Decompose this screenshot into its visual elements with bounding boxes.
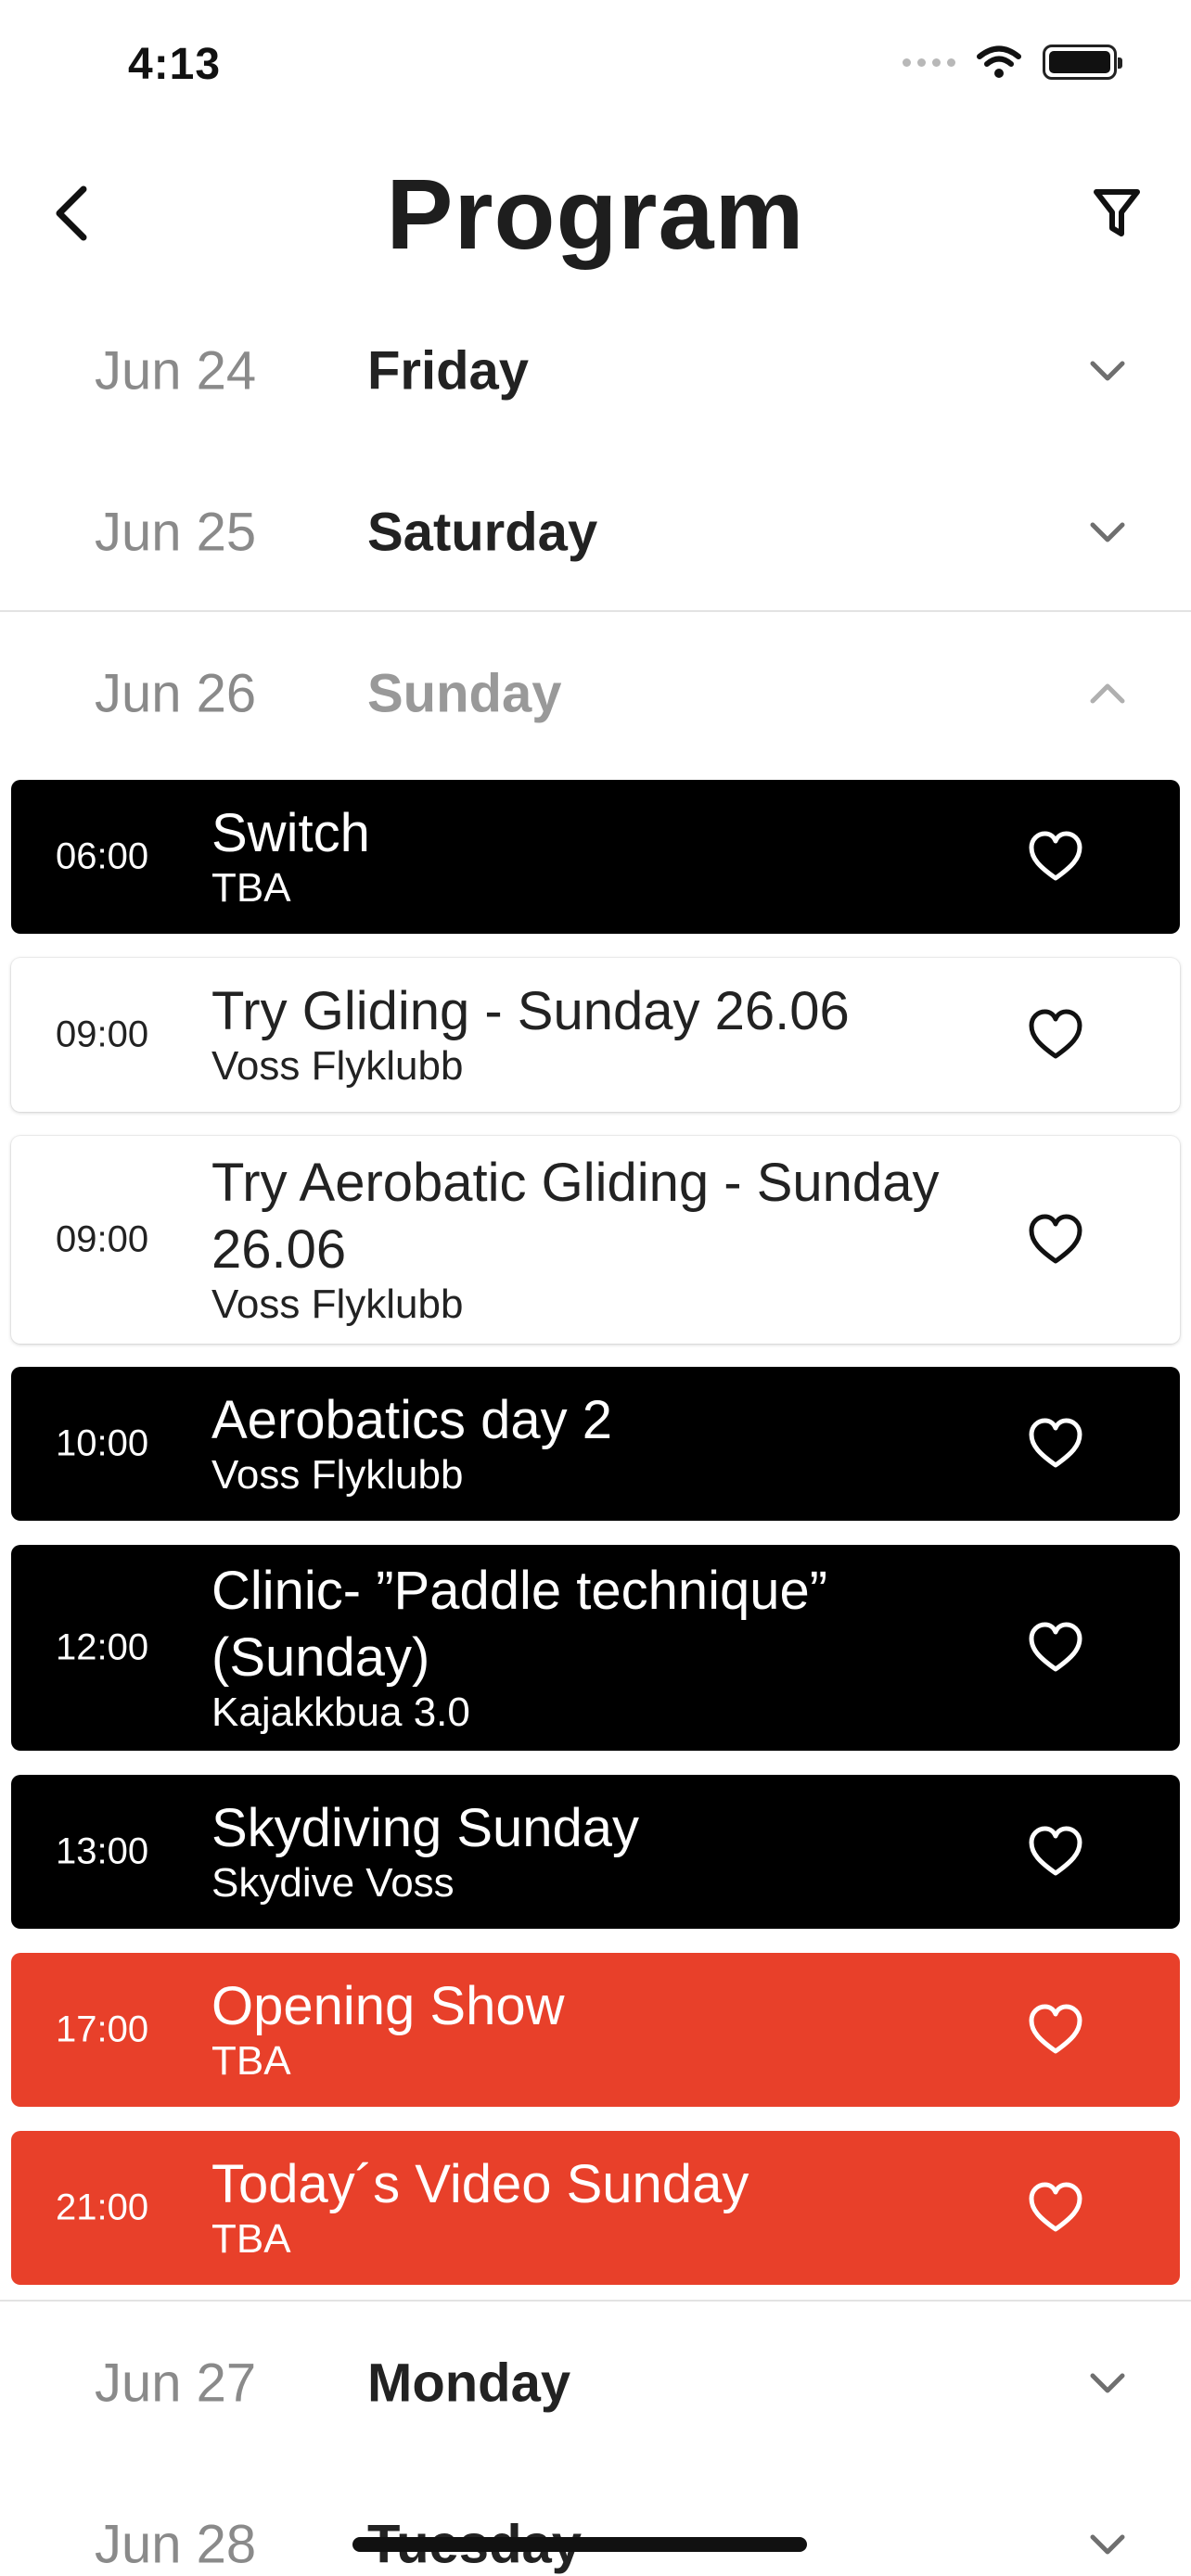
chevron-down-icon bbox=[1080, 343, 1135, 399]
favorite-button[interactable] bbox=[1022, 2174, 1089, 2241]
wifi-icon bbox=[977, 45, 1021, 78]
event-card[interactable]: 09:00 Try Aerobatic Gliding - Sunday 26.… bbox=[11, 1136, 1180, 1344]
day-name: Friday bbox=[367, 340, 530, 402]
divider bbox=[0, 610, 1191, 612]
day-date: Jun 25 bbox=[95, 502, 257, 563]
signal-icon bbox=[903, 57, 955, 67]
chevron-down-icon bbox=[1080, 504, 1135, 560]
event-card[interactable]: 17:00 Opening Show TBA bbox=[11, 1953, 1180, 2107]
event-title: Today´s Video Sunday bbox=[211, 2154, 749, 2214]
event-title: Opening Show bbox=[211, 1976, 565, 2036]
event-body: Today´s Video Sunday TBA bbox=[211, 2151, 976, 2264]
favorite-button[interactable] bbox=[1022, 1410, 1089, 1477]
event-title: Switch bbox=[211, 803, 370, 863]
nav-header: Program bbox=[0, 148, 1191, 278]
heart-icon bbox=[1029, 1622, 1082, 1672]
status-bar: 4:13 bbox=[0, 0, 1191, 139]
event-body: Opening Show TBA bbox=[211, 1973, 976, 2086]
event-body: Clinic- ”Paddle technique” (Sunday) Kaja… bbox=[211, 1558, 976, 1738]
day-date: Jun 28 bbox=[95, 2514, 257, 2575]
event-title: Clinic- ”Paddle technique” (Sunday) bbox=[211, 1561, 828, 1688]
event-body: Aerobatics day 2 Voss Flyklubb bbox=[211, 1387, 976, 1500]
event-card[interactable]: 09:00 Try Gliding - Sunday 26.06 Voss Fl… bbox=[11, 958, 1180, 1112]
day-row-jun-26[interactable]: Jun 26 Sunday bbox=[0, 613, 1191, 774]
day-name: Monday bbox=[367, 2353, 571, 2414]
event-time: 13:00 bbox=[56, 1830, 149, 1872]
event-time: 09:00 bbox=[56, 1014, 149, 1055]
status-icons bbox=[903, 45, 1122, 80]
day-row-jun-27[interactable]: Jun 27 Monday bbox=[0, 2302, 1191, 2464]
filter-button[interactable] bbox=[1080, 176, 1154, 250]
favorite-button[interactable] bbox=[1022, 1996, 1089, 2063]
event-time: 06:00 bbox=[56, 835, 149, 877]
event-title: Skydiving Sunday bbox=[211, 1798, 640, 1858]
heart-icon bbox=[1029, 2182, 1082, 2232]
event-venue: TBA bbox=[211, 865, 291, 911]
heart-icon bbox=[1029, 831, 1082, 881]
event-venue: Kajakkbua 3.0 bbox=[211, 1690, 470, 1735]
heart-icon bbox=[1029, 1826, 1082, 1876]
chevron-down-icon bbox=[1080, 2355, 1135, 2411]
event-card[interactable]: 13:00 Skydiving Sunday Skydive Voss bbox=[11, 1775, 1180, 1929]
heart-icon bbox=[1029, 1214, 1082, 1264]
chevron-down-icon bbox=[1080, 2517, 1135, 2572]
event-card[interactable]: 21:00 Today´s Video Sunday TBA bbox=[11, 2131, 1180, 2285]
heart-icon bbox=[1029, 1009, 1082, 1059]
divider bbox=[0, 2300, 1191, 2302]
event-venue: Voss Flyklubb bbox=[211, 1452, 464, 1498]
event-time: 09:00 bbox=[56, 1218, 149, 1260]
event-card[interactable]: 10:00 Aerobatics day 2 Voss Flyklubb bbox=[11, 1367, 1180, 1521]
chevron-up-icon bbox=[1080, 666, 1135, 721]
day-name: Sunday bbox=[367, 663, 562, 724]
day-row-jun-24[interactable]: Jun 24 Friday bbox=[0, 290, 1191, 452]
event-card[interactable]: 06:00 Switch TBA bbox=[11, 780, 1180, 934]
favorite-button[interactable] bbox=[1022, 1818, 1089, 1885]
event-venue: TBA bbox=[211, 2038, 291, 2084]
event-venue: Voss Flyklubb bbox=[211, 1282, 464, 1327]
event-time: 12:00 bbox=[56, 1626, 149, 1668]
favorite-button[interactable] bbox=[1022, 823, 1089, 890]
heart-icon bbox=[1029, 1418, 1082, 1468]
day-row-jun-25[interactable]: Jun 25 Saturday bbox=[0, 452, 1191, 613]
day-date: Jun 27 bbox=[95, 2353, 257, 2414]
event-time: 10:00 bbox=[56, 1422, 149, 1464]
status-time: 4:13 bbox=[128, 40, 222, 89]
page-title: Program bbox=[386, 158, 805, 270]
day-row-jun-28[interactable]: Jun 28 Tuesday bbox=[0, 2464, 1191, 2576]
home-indicator bbox=[352, 2537, 807, 2552]
event-venue: Voss Flyklubb bbox=[211, 1043, 464, 1089]
event-body: Try Gliding - Sunday 26.06 Voss Flyklubb bbox=[211, 978, 976, 1091]
heart-icon bbox=[1029, 2004, 1082, 2054]
favorite-button[interactable] bbox=[1022, 1001, 1089, 1068]
favorite-button[interactable] bbox=[1022, 1206, 1089, 1273]
event-venue: TBA bbox=[211, 2216, 291, 2262]
filter-icon bbox=[1094, 189, 1140, 236]
day-date: Jun 24 bbox=[95, 340, 257, 402]
event-title: Aerobatics day 2 bbox=[211, 1390, 613, 1450]
event-venue: Skydive Voss bbox=[211, 1860, 455, 1906]
event-title: Try Aerobatic Gliding - Sunday 26.06 bbox=[211, 1153, 940, 1280]
event-body: Switch TBA bbox=[211, 800, 976, 913]
day-date: Jun 26 bbox=[95, 663, 257, 724]
day-name: Saturday bbox=[367, 502, 598, 563]
event-time: 17:00 bbox=[56, 2009, 149, 2050]
event-title: Try Gliding - Sunday 26.06 bbox=[211, 981, 850, 1041]
event-body: Skydiving Sunday Skydive Voss bbox=[211, 1795, 976, 1908]
battery-icon bbox=[1043, 45, 1122, 80]
event-card[interactable]: 12:00 Clinic- ”Paddle technique” (Sunday… bbox=[11, 1545, 1180, 1751]
favorite-button[interactable] bbox=[1022, 1614, 1089, 1681]
event-body: Try Aerobatic Gliding - Sunday 26.06 Vos… bbox=[211, 1150, 976, 1330]
event-time: 21:00 bbox=[56, 2187, 149, 2228]
